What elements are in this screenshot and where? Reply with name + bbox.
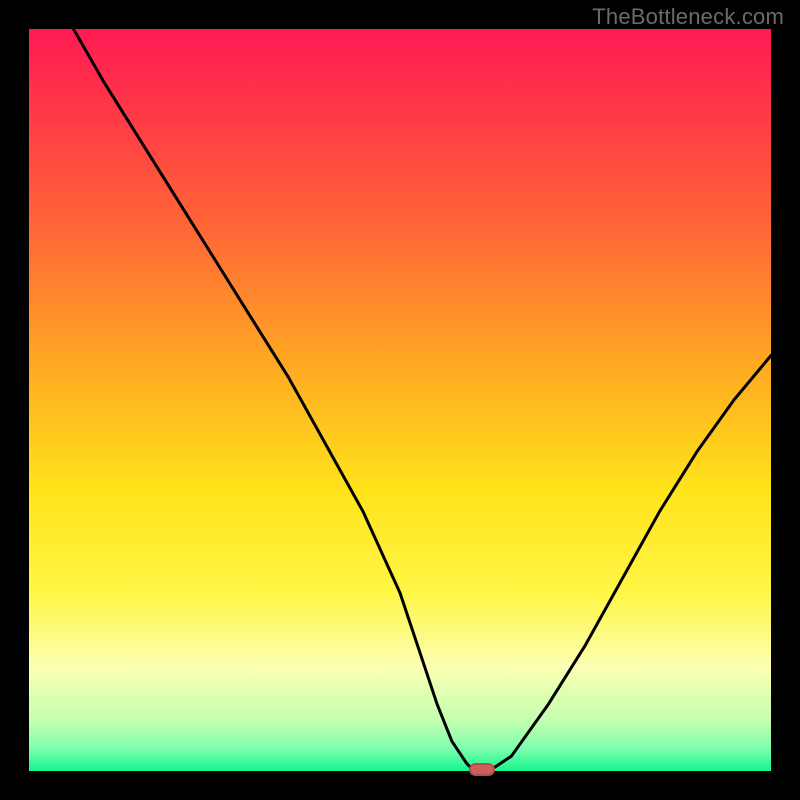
plot-svg	[29, 29, 771, 771]
chart-frame: TheBottleneck.com	[0, 0, 800, 800]
plot-area	[29, 29, 771, 771]
optimal-marker	[469, 763, 495, 776]
watermark-text: TheBottleneck.com	[592, 4, 784, 30]
